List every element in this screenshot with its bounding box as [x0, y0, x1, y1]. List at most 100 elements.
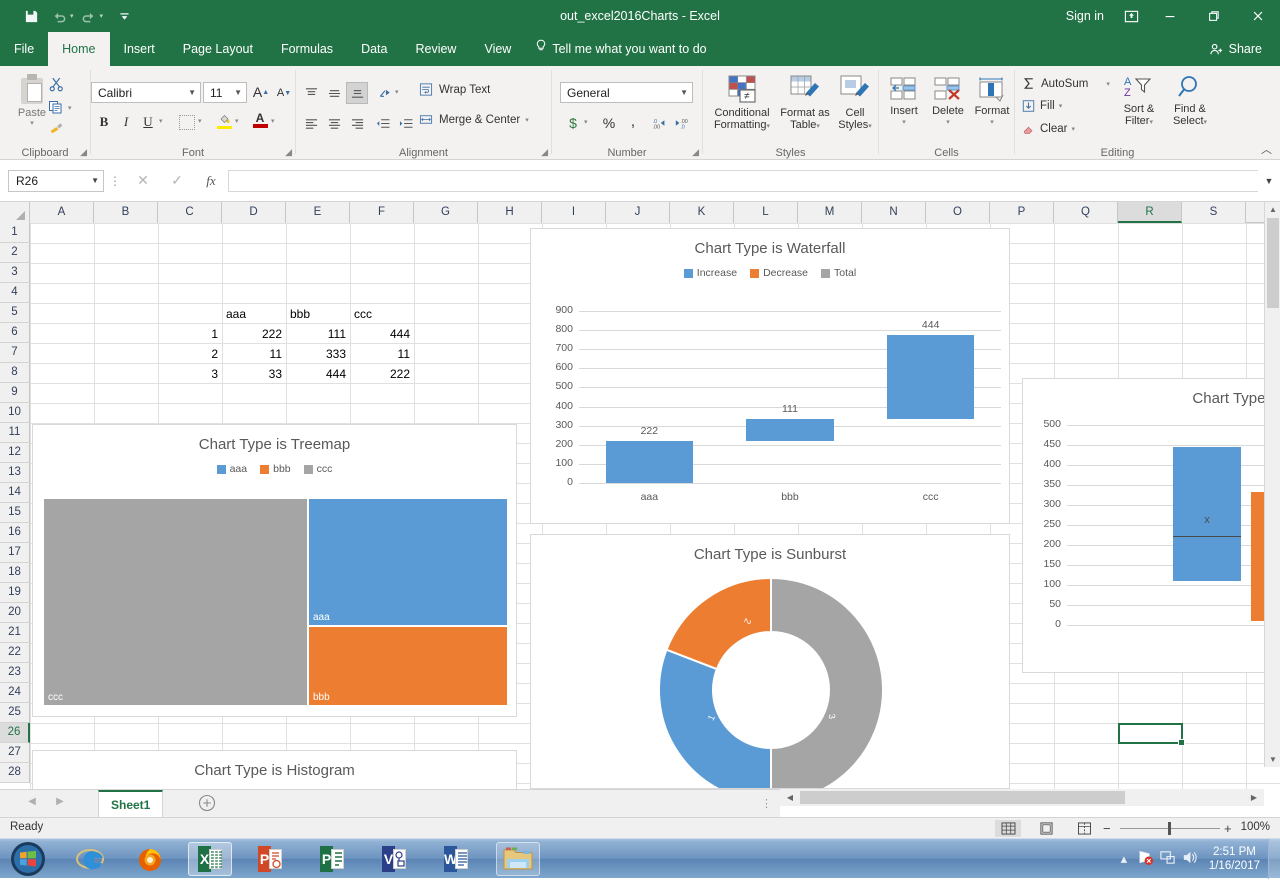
merge-center-button[interactable]: Merge & Center ▾	[418, 112, 529, 127]
name-box[interactable]: R26 ▼	[8, 170, 104, 192]
tab-insert[interactable]: Insert	[110, 32, 169, 66]
cell-F7[interactable]: 11	[350, 344, 414, 364]
chart-treemap[interactable]: Chart Type is Treemap aaa bbb ccc ccc	[32, 424, 517, 717]
restore-icon[interactable]	[1192, 0, 1236, 32]
insert-function-icon[interactable]: fx	[194, 173, 228, 189]
formula-bar-grip[interactable]: ⋮	[104, 174, 126, 188]
show-hidden-icons-icon[interactable]: ▴	[1113, 851, 1135, 867]
select-all-corner[interactable]	[0, 202, 30, 223]
chart-sunburst[interactable]: Chart Type is Sunburst 1 3 2	[530, 534, 1010, 789]
tab-view[interactable]: View	[470, 32, 525, 66]
underline-dropdown-icon[interactable]: ▾	[159, 117, 163, 125]
borders-dropdown-icon[interactable]: ▾	[198, 117, 202, 125]
scissors-icon[interactable]	[48, 76, 68, 94]
autosum-button[interactable]: AutoSum ▾	[1021, 76, 1110, 91]
decrease-font-size-icon[interactable]: A▼	[273, 82, 295, 104]
action-center-flag-icon[interactable]	[1135, 849, 1157, 869]
chart-box-whisker[interactable]: Chart Type i 500450400350300250200150100…	[1022, 378, 1280, 673]
row-header-24[interactable]: 24	[0, 683, 30, 703]
row-header-4[interactable]: 4	[0, 283, 30, 303]
merge-dropdown-icon[interactable]: ▾	[525, 116, 529, 124]
conditional-formatting-button[interactable]: ≠ Conditional Formatting▾	[707, 74, 777, 133]
column-header-R[interactable]: R	[1118, 202, 1182, 223]
cell-F8[interactable]: 222	[350, 364, 414, 384]
chevron-down-icon[interactable]: ▼	[680, 88, 688, 97]
align-middle-button[interactable]	[323, 82, 345, 104]
accounting-dropdown-icon[interactable]: ▾	[584, 118, 588, 126]
waterfall-bar-ccc[interactable]	[887, 335, 974, 420]
zoom-level-label[interactable]: 100%	[1241, 821, 1270, 833]
cell-C6[interactable]: 1	[158, 324, 222, 344]
cell-D7[interactable]: 11	[222, 344, 286, 364]
chart-histogram[interactable]: Chart Type is Histogram	[32, 750, 517, 789]
tab-page-layout[interactable]: Page Layout	[169, 32, 267, 66]
font-family-combobox[interactable]: Calibri ▼	[91, 82, 201, 103]
borders-icon[interactable]	[176, 111, 198, 133]
network-icon[interactable]	[1157, 849, 1179, 869]
cell-E8[interactable]: 444	[286, 364, 350, 384]
cell-D6[interactable]: 222	[222, 324, 286, 344]
format-dropdown-icon[interactable]: ▾	[971, 118, 1013, 126]
treemap-tile-bbb[interactable]: bbb	[308, 626, 508, 706]
alignment-dialog-launcher[interactable]: ◢	[541, 147, 548, 158]
copy-dropdown-icon[interactable]: ▾	[68, 104, 72, 112]
selected-cell-indicator[interactable]	[1118, 723, 1183, 744]
number-dialog-launcher[interactable]: ◢	[692, 147, 699, 158]
clear-dropdown-icon[interactable]: ▾	[1071, 125, 1075, 133]
next-sheet-icon[interactable]: ▶	[50, 796, 70, 807]
bold-button[interactable]: B	[93, 111, 115, 133]
format-cells-button[interactable]: Format ▾	[971, 76, 1013, 126]
column-header-G[interactable]: G	[414, 202, 478, 223]
percent-style-button[interactable]: %	[598, 112, 620, 134]
column-header-B[interactable]: B	[94, 202, 158, 223]
increase-indent-icon[interactable]	[395, 112, 417, 134]
row-header-2[interactable]: 2	[0, 243, 30, 263]
powerpoint-icon[interactable]: P	[248, 842, 292, 876]
treemap-tile-ccc[interactable]: ccc	[43, 498, 308, 706]
minimize-icon[interactable]	[1148, 0, 1192, 32]
column-header-O[interactable]: O	[926, 202, 990, 223]
increase-font-size-icon[interactable]: A▲	[250, 81, 272, 103]
row-header-15[interactable]: 15	[0, 503, 30, 523]
legend-item-increase[interactable]: Increase	[684, 267, 737, 279]
add-sheet-icon[interactable]	[198, 794, 216, 812]
volume-icon[interactable]	[1179, 849, 1201, 869]
formula-input[interactable]	[228, 170, 1258, 192]
scroll-up-icon[interactable]: ▲	[1265, 205, 1280, 214]
row-header-12[interactable]: 12	[0, 443, 30, 463]
underline-button[interactable]: U	[137, 111, 159, 133]
orientation-dropdown-icon[interactable]: ▾	[395, 88, 399, 96]
fill-color-dropdown-icon[interactable]: ▾	[235, 117, 239, 125]
cell-E5[interactable]: bbb	[286, 304, 350, 324]
tab-review[interactable]: Review	[401, 32, 470, 66]
scroll-right-icon[interactable]: ▶	[1248, 793, 1260, 802]
collapse-ribbon-icon[interactable]: ︿	[1261, 141, 1272, 157]
vertical-scroll-thumb[interactable]	[1267, 218, 1279, 308]
fill-button[interactable]: Fill ▾	[1021, 99, 1062, 113]
align-right-button[interactable]	[346, 112, 368, 134]
number-format-combobox[interactable]: General ▼	[560, 82, 693, 103]
cell-F5[interactable]: ccc	[350, 304, 414, 324]
legend-item-total[interactable]: Total	[821, 267, 856, 279]
align-bottom-button[interactable]	[346, 82, 368, 104]
sheet-tab-grip[interactable]: ⋮	[761, 797, 772, 810]
excel-icon[interactable]: X	[188, 842, 232, 876]
column-header-L[interactable]: L	[734, 202, 798, 223]
column-header-F[interactable]: F	[350, 202, 414, 223]
cell-D5[interactable]: aaa	[222, 304, 286, 324]
align-top-button[interactable]	[300, 82, 322, 104]
text-orientation-icon[interactable]	[374, 82, 396, 104]
row-header-16[interactable]: 16	[0, 523, 30, 543]
fill-color-icon[interactable]	[213, 109, 235, 131]
clipboard-dialog-launcher[interactable]: ◢	[80, 147, 87, 158]
cell-C7[interactable]: 2	[158, 344, 222, 364]
comma-style-button[interactable]: ,	[622, 110, 644, 132]
share-button[interactable]: Share	[1199, 35, 1272, 63]
sort-filter-button[interactable]: A Z Sort & Filter▾	[1115, 74, 1163, 129]
scroll-left-icon[interactable]: ◀	[784, 793, 796, 802]
column-header-A[interactable]: A	[30, 202, 94, 223]
vertical-scrollbar[interactable]: ▲ ▼	[1264, 202, 1280, 767]
sunburst-donut[interactable]: 1 3 2	[531, 575, 1010, 789]
delete-dropdown-icon[interactable]: ▾	[927, 118, 969, 126]
row-header-21[interactable]: 21	[0, 623, 30, 643]
